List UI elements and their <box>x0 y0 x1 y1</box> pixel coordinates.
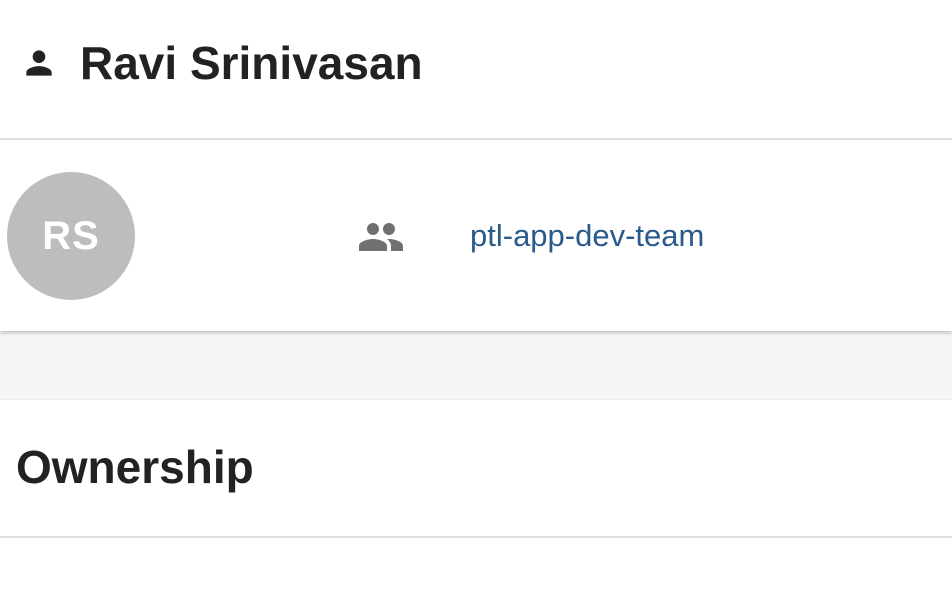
page-header: Ravi Srinivasan <box>0 0 952 140</box>
team-link[interactable]: ptl-app-dev-team <box>470 218 704 254</box>
profile-card: RS ptl-app-dev-team <box>0 140 952 331</box>
page-title: Ravi Srinivasan <box>80 37 423 89</box>
ownership-title: Ownership <box>16 441 254 493</box>
group-icon <box>359 223 403 251</box>
avatar: RS <box>7 172 135 300</box>
ownership-section: Ownership <box>0 400 952 538</box>
avatar-initials: RS <box>42 213 100 258</box>
user-profile-page: Ravi Srinivasan RS ptl-app-dev-team Owne… <box>0 0 952 608</box>
person-icon <box>26 50 52 76</box>
section-divider <box>0 333 952 400</box>
